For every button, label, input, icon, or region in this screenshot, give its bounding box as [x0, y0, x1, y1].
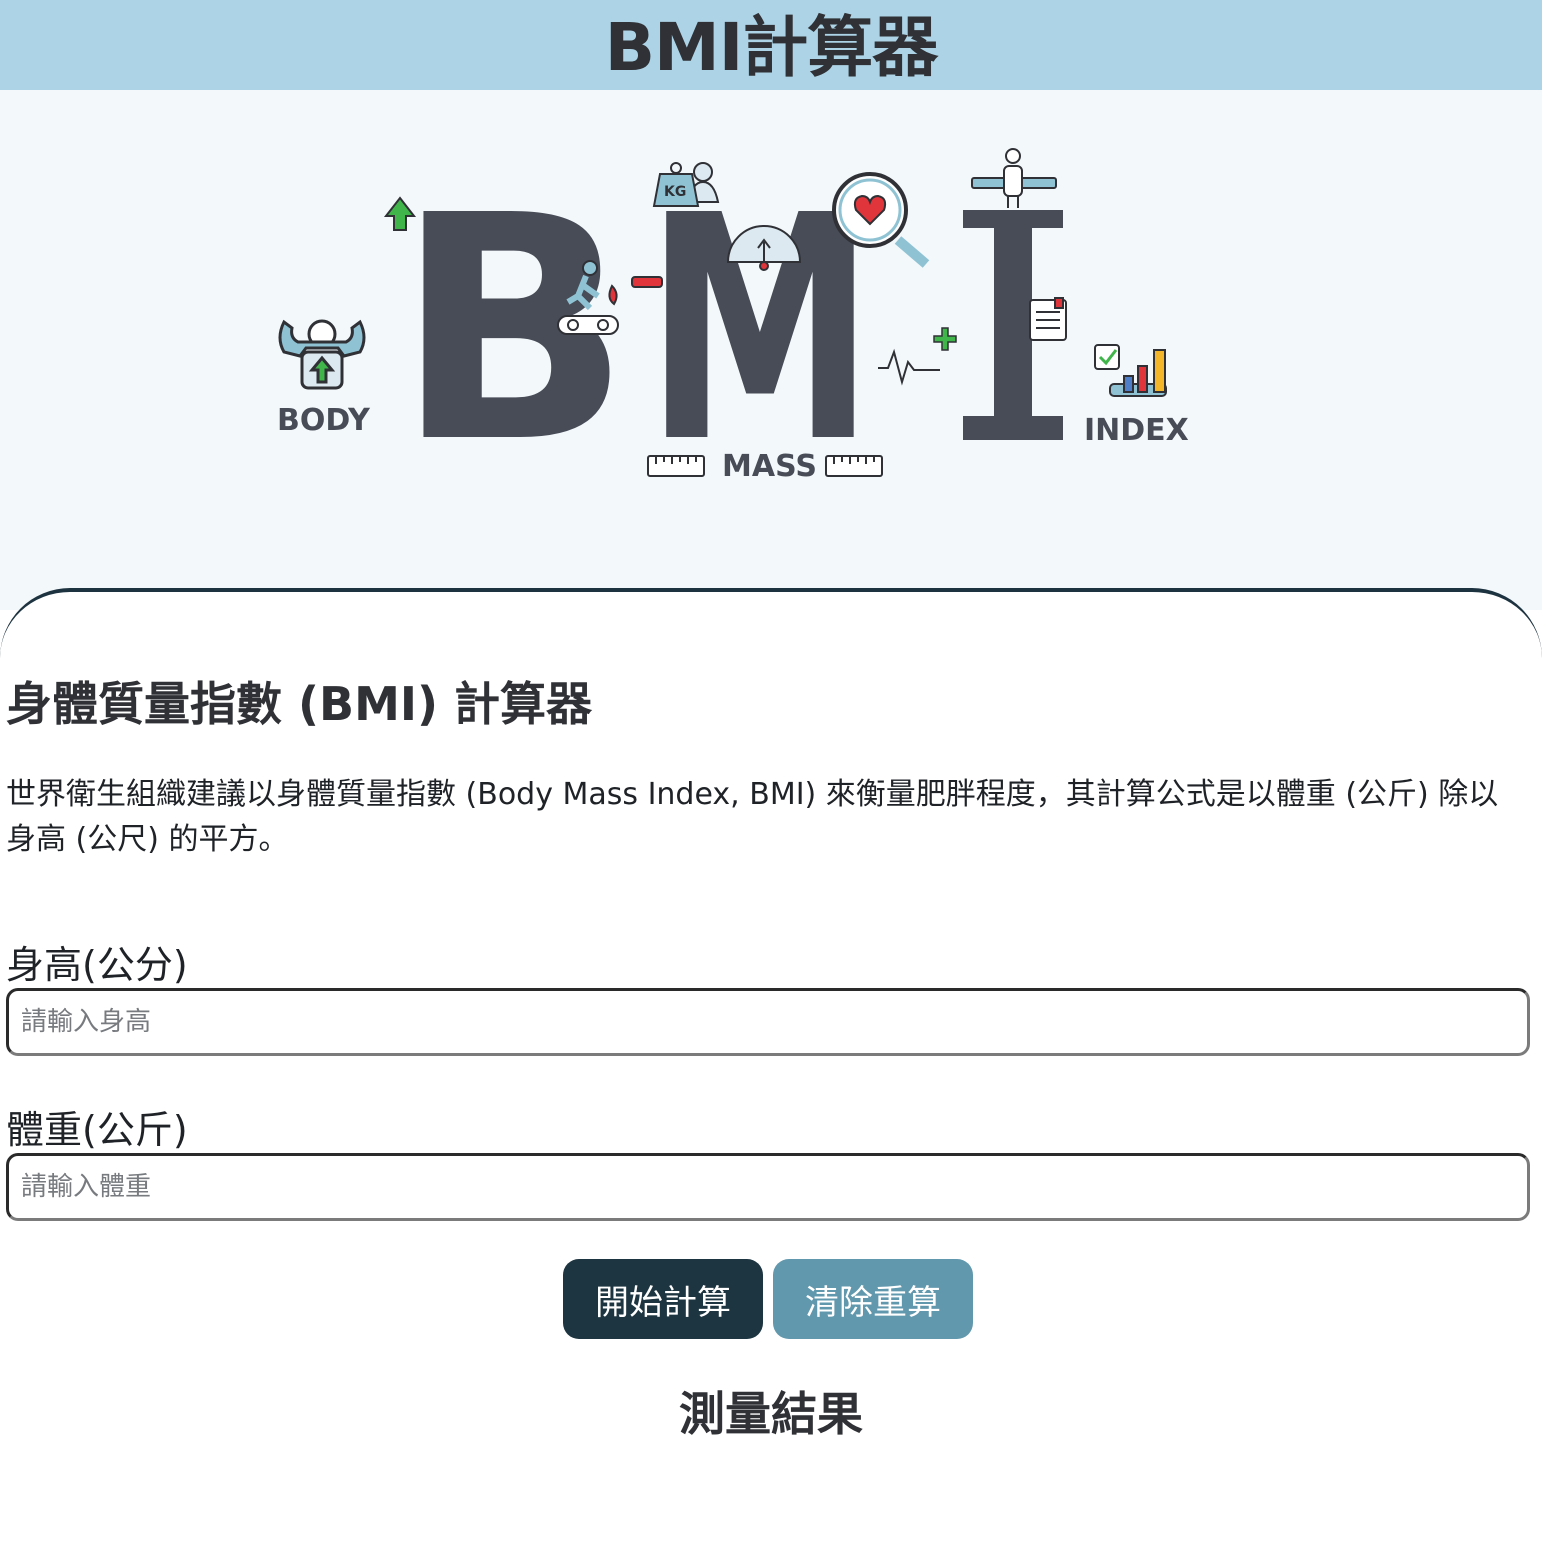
result-title: 測量結果 — [679, 1387, 863, 1441]
section-title: 身體質量指數 (BMI) 計算器 — [6, 677, 593, 731]
weight-input[interactable] — [6, 1153, 1530, 1221]
intro-text: 世界衛生組織建議以身體質量指數 (Body Mass Index, BMI) 來… — [6, 777, 1499, 857]
body-label: BODY — [277, 403, 371, 438]
bmi-illustration: B M BODY KG INDEX MASS — [277, 148, 1189, 511]
ruler-left-icon — [647, 455, 705, 477]
mass-label: MASS — [722, 449, 817, 484]
index-label: INDEX — [1084, 413, 1189, 448]
kg-tag: KG — [664, 184, 686, 200]
heartbeat-line-icon — [878, 348, 940, 386]
clear-button[interactable]: 清除重算 — [773, 1259, 973, 1339]
weight-label: 體重(公斤) — [6, 1108, 188, 1152]
muscle-body-icon — [278, 319, 366, 390]
bar-chart-icon — [1094, 344, 1167, 397]
ruler-right-icon — [825, 455, 883, 477]
height-input[interactable] — [6, 988, 1530, 1056]
top-bar: BMI計算器 — [0, 0, 1542, 90]
plus-icon — [933, 327, 957, 351]
bmi-banner: B M BODY KG INDEX MASS — [0, 90, 1542, 610]
minus-icon — [631, 276, 663, 288]
height-ruler-icon — [971, 148, 1057, 208]
calculate-button[interactable]: 開始計算 — [563, 1259, 763, 1339]
app-title: BMI計算器 — [604, 9, 939, 86]
height-label: 身高(公分) — [6, 943, 188, 987]
document-icon — [1029, 297, 1067, 341]
